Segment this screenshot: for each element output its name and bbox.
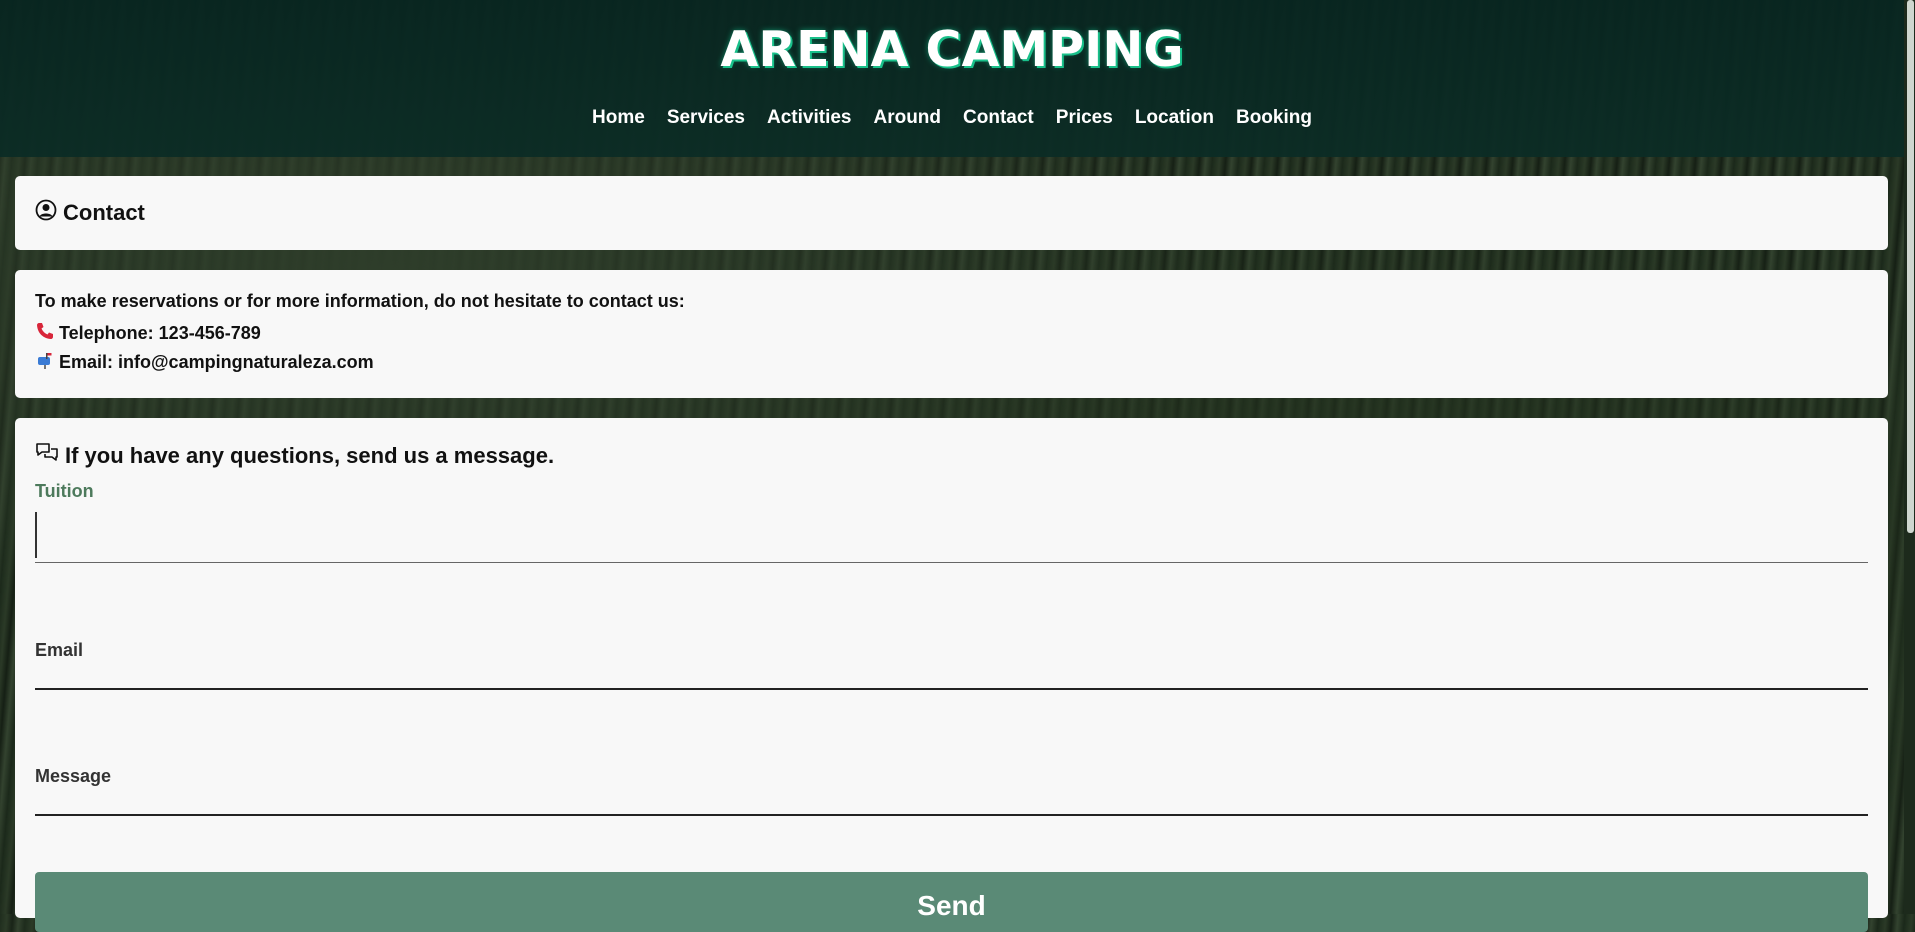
tuition-label: Tuition [35,481,94,501]
form-heading: If you have any questions, send us a mes… [35,441,554,471]
nav-home[interactable]: Home [592,107,645,129]
telephone-text: Telephone: 123-456-789 [59,323,261,343]
nav-activities[interactable]: Activities [767,107,851,129]
site-title: ARENA CAMPING [720,21,1184,78]
nav-contact[interactable]: Contact [963,107,1034,129]
contact-header-card: Contact [15,176,1888,250]
nav-services[interactable]: Services [667,107,745,129]
chat-bubbles-icon [35,441,59,471]
nav-location[interactable]: Location [1135,107,1214,129]
tuition-input[interactable] [35,510,1868,563]
email-line: Email: info@campingnaturaleza.com [35,350,374,375]
page: ARENA CAMPING Home Services Activities A… [0,0,1904,932]
form-title: If you have any questions, send us a mes… [65,443,555,468]
phone-icon [35,321,55,346]
nav-booking[interactable]: Booking [1236,107,1312,129]
email-label: Email [35,640,84,660]
message-input[interactable] [35,792,1868,816]
email-text: Email: info@campingnaturaleza.com [59,352,374,372]
scrollbar[interactable] [1904,0,1915,914]
contact-intro: To make reservations or for more informa… [35,291,685,311]
telephone-line: Telephone: 123-456-789 [35,321,261,346]
mailbox-icon [35,350,55,375]
user-circle-icon [35,199,57,227]
contact-info-card: To make reservations or for more informa… [15,270,1888,398]
send-button[interactable]: Send [35,872,1868,932]
contact-title: Contact [63,200,145,225]
scrollbar-thumb[interactable] [1907,0,1914,533]
site-header: ARENA CAMPING Home Services Activities A… [0,0,1904,157]
main-nav: Home Services Activities Around Contact … [0,107,1904,129]
message-form-card: If you have any questions, send us a mes… [15,418,1888,932]
nav-around[interactable]: Around [873,107,941,129]
nav-prices[interactable]: Prices [1056,107,1113,129]
contact-heading: Contact [35,199,145,227]
message-label: Message [35,766,112,786]
email-input[interactable] [35,666,1868,690]
